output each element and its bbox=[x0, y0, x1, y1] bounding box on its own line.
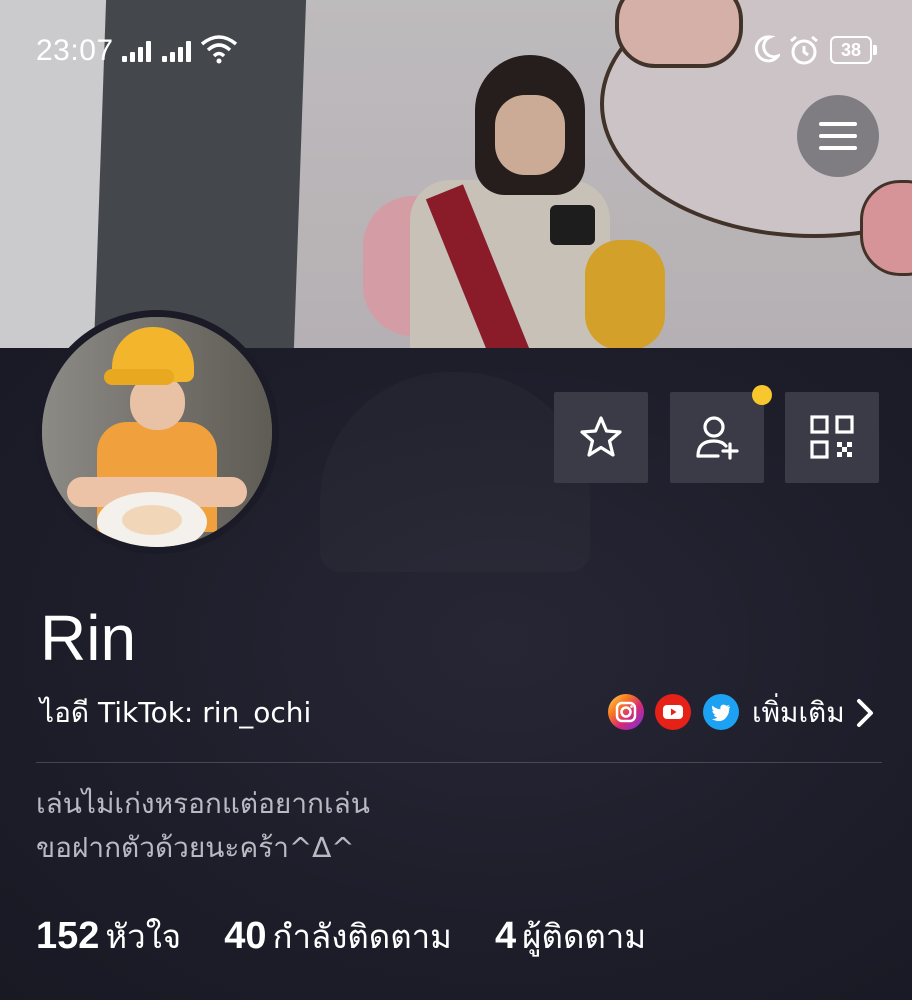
stat-label: หัวใจ bbox=[105, 917, 182, 956]
tiktok-id[interactable]: ไอดี TikTok: rin_ochi bbox=[40, 694, 311, 732]
alarm-icon bbox=[790, 35, 818, 65]
status-bar: 23:07 38 bbox=[0, 28, 912, 72]
menu-button[interactable] bbox=[797, 95, 879, 177]
add-friend-button[interactable] bbox=[670, 392, 764, 483]
stat-label: กำลังติดตาม bbox=[272, 917, 452, 956]
stats-row: 152 หัวใจ 40 กำลังติดตาม 4 ผู้ติดตาม bbox=[36, 910, 684, 960]
status-time: 23:07 bbox=[36, 34, 114, 67]
divider bbox=[36, 762, 882, 763]
twitter-icon[interactable] bbox=[703, 694, 739, 730]
battery-icon: 38 bbox=[830, 36, 877, 64]
favorite-button[interactable] bbox=[554, 392, 648, 483]
moon-icon bbox=[754, 35, 780, 63]
avatar[interactable] bbox=[42, 317, 272, 547]
stat-followers[interactable]: 4 ผู้ติดตาม bbox=[495, 910, 646, 963]
star-icon bbox=[580, 416, 622, 457]
stat-value: 4 bbox=[495, 915, 517, 957]
stat-value: 152 bbox=[36, 915, 100, 957]
chevron-right-icon[interactable] bbox=[854, 698, 876, 728]
signal-icon bbox=[122, 40, 162, 62]
qr-code-icon bbox=[810, 415, 854, 459]
more-link[interactable]: เพิ่มเติม bbox=[752, 694, 845, 732]
instagram-icon[interactable] bbox=[608, 694, 644, 730]
stat-label: ผู้ติดตาม bbox=[522, 917, 647, 956]
qr-code-button[interactable] bbox=[785, 392, 879, 483]
profile-name: Rin bbox=[40, 602, 137, 674]
youtube-icon[interactable] bbox=[655, 694, 691, 730]
bio: เล่นไม่เก่งหรอกแต่อยากเล่น ขอฝากตัวด้วยน… bbox=[36, 782, 370, 870]
bio-line: เล่นไม่เก่งหรอกแต่อยากเล่น bbox=[36, 787, 370, 820]
add-friend-icon bbox=[696, 416, 739, 460]
wifi-icon bbox=[200, 35, 238, 64]
notification-dot bbox=[752, 385, 772, 405]
signal-icon bbox=[162, 40, 202, 62]
stat-value: 40 bbox=[224, 915, 267, 957]
stat-hearts[interactable]: 152 หัวใจ bbox=[36, 910, 181, 963]
bio-line: ขอฝากตัวด้วยนะคร้า^∆^ bbox=[36, 831, 355, 864]
stat-following[interactable]: 40 กำลังติดตาม bbox=[224, 910, 452, 963]
